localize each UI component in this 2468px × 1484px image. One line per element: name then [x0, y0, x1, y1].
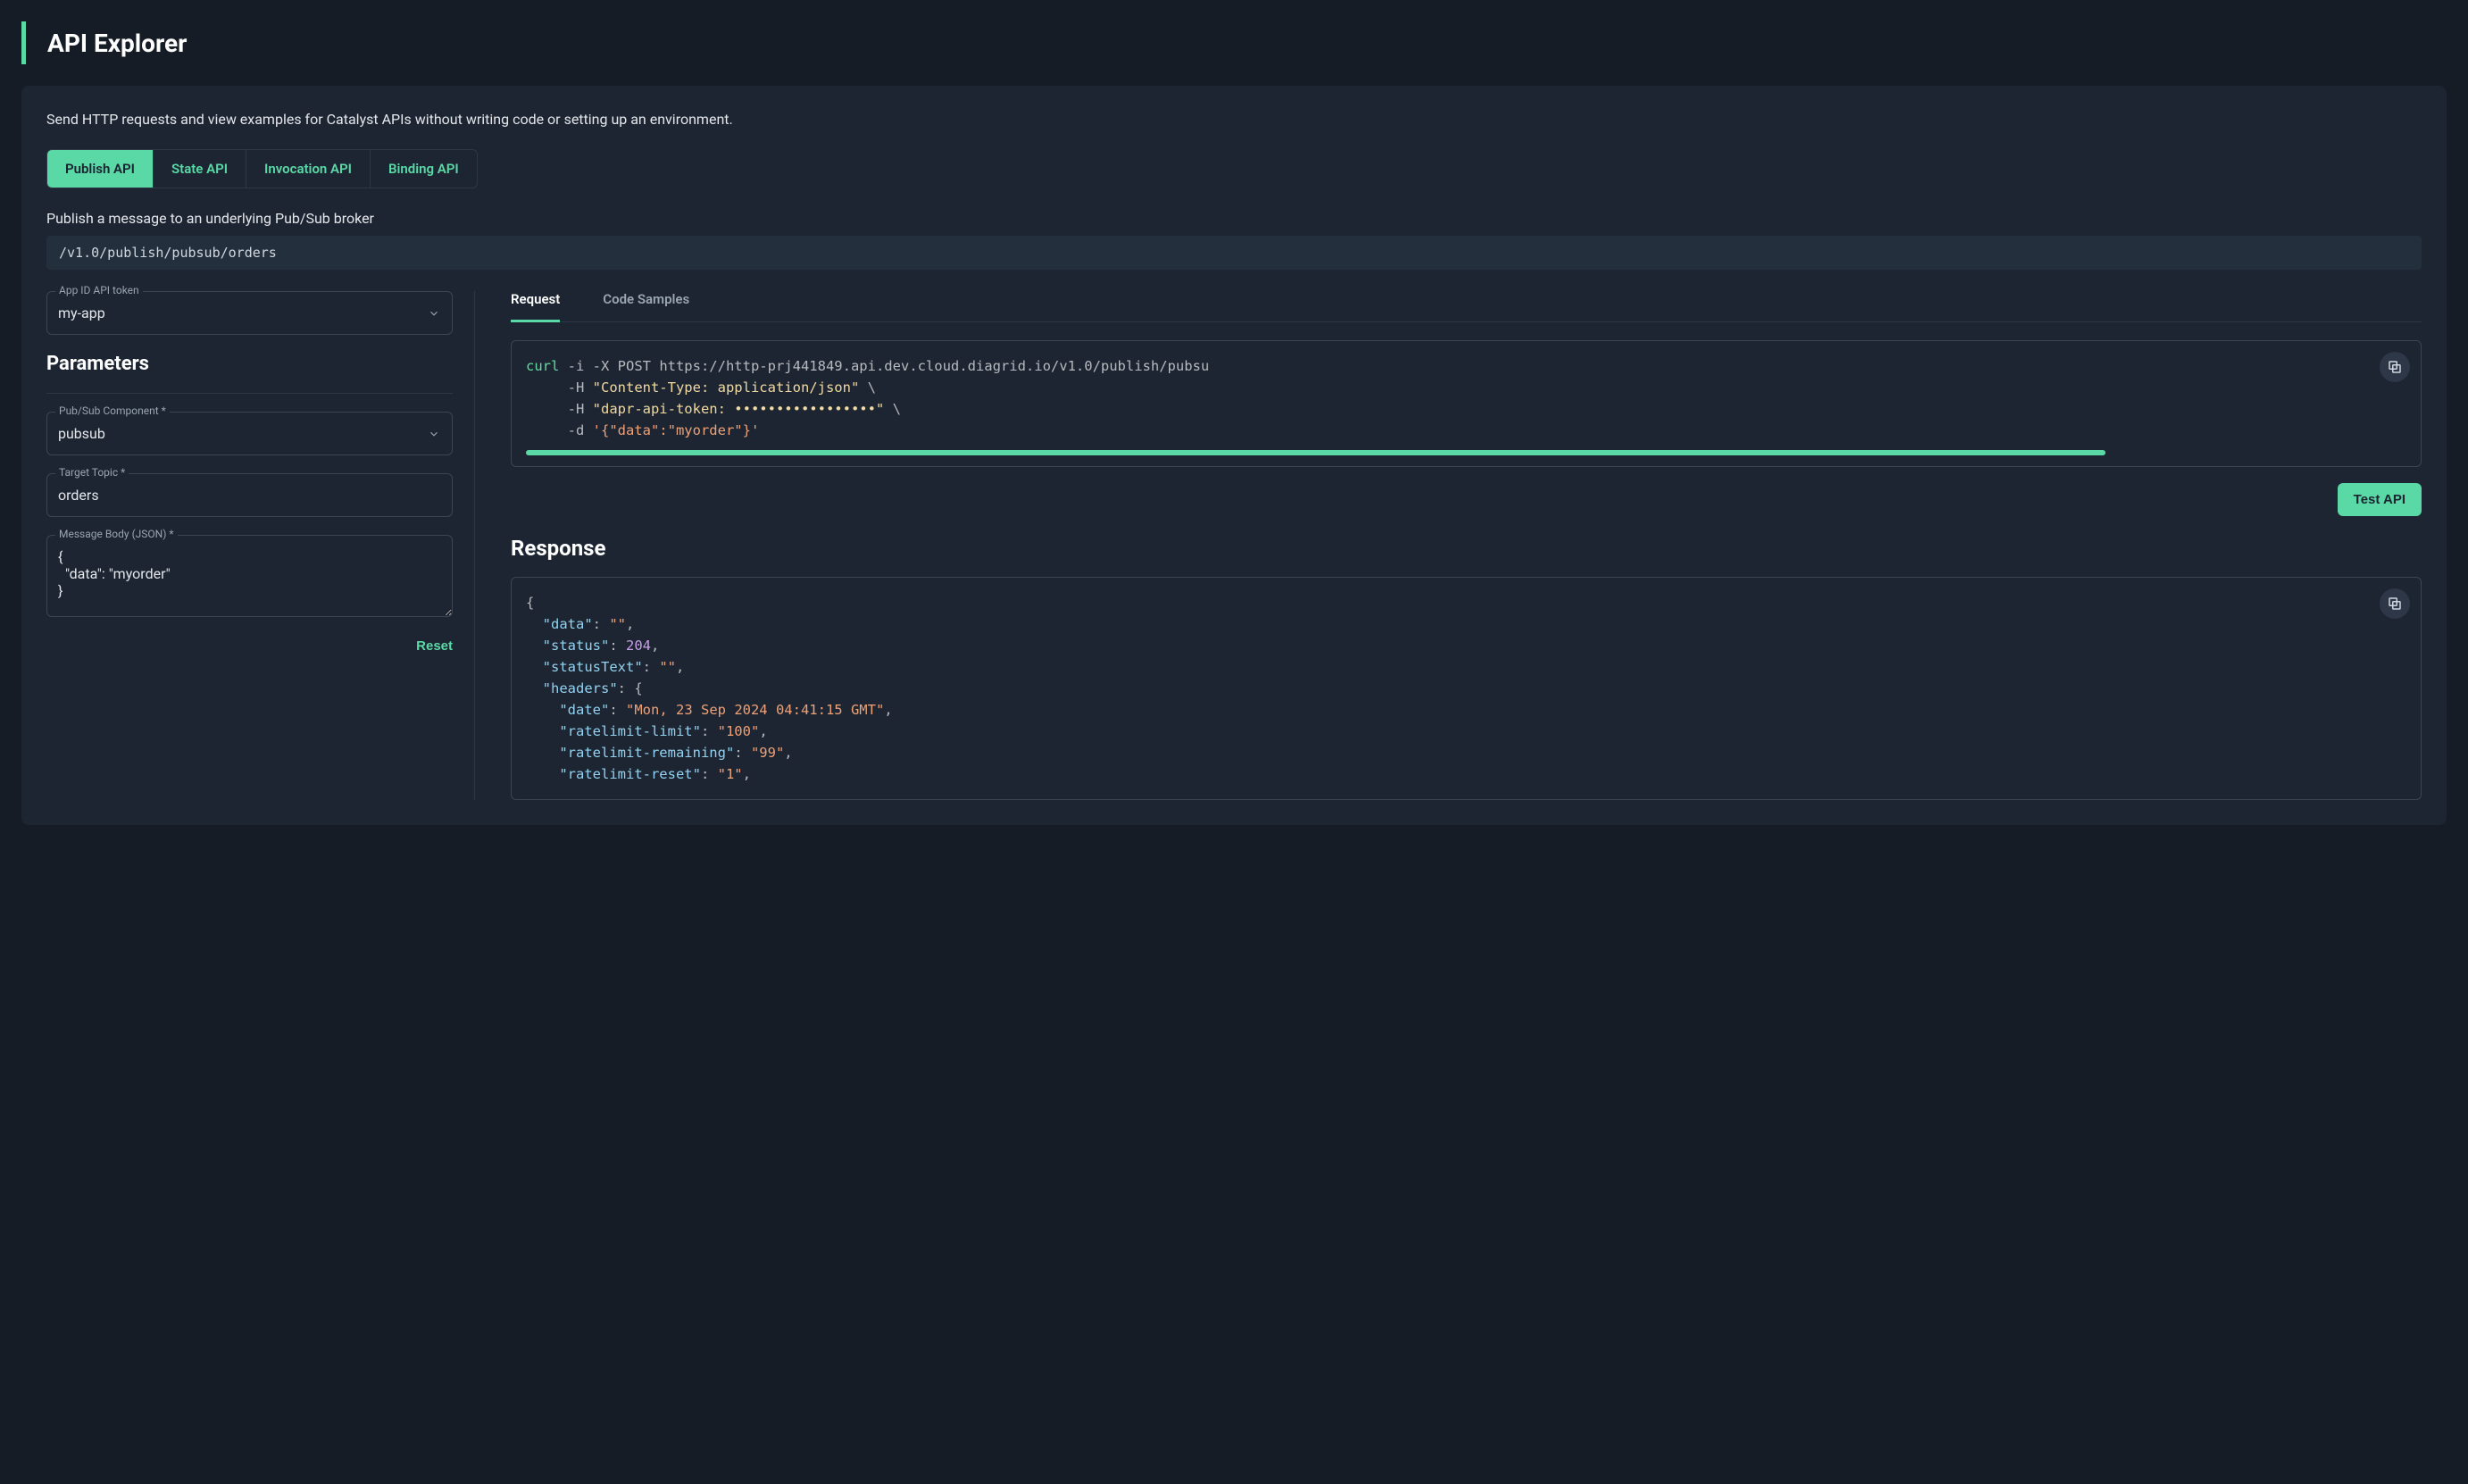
target-topic-field: Target Topic * [46, 473, 453, 517]
message-body-textarea[interactable]: { "data": "myorder" } [46, 535, 453, 617]
app-token-select[interactable]: my-app [46, 291, 453, 335]
copy-icon [2387, 359, 2403, 375]
response-code-box: { "data": "", "status": 204, "statusText… [511, 577, 2422, 800]
target-topic-label: Target Topic * [55, 466, 129, 479]
divider [46, 393, 453, 394]
endpoint-path: /v1.0/publish/pubsub/orders [46, 236, 2422, 270]
parameters-title: Parameters [46, 353, 453, 375]
scrollbar-thumb[interactable] [526, 450, 2105, 455]
copy-icon [2387, 596, 2403, 612]
parameters-column: App ID API token my-app Parameters Pub/S… [46, 291, 475, 800]
request-code-content: curl -i -X POST https://http-prj441849.a… [526, 355, 2406, 441]
tab-description: Publish a message to an underlying Pub/S… [46, 210, 2422, 227]
page-header: API Explorer [0, 0, 2468, 86]
sub-tab-request[interactable]: Request [511, 291, 560, 322]
tab-publish-api[interactable]: Publish API [47, 150, 154, 188]
tab-binding-api[interactable]: Binding API [371, 150, 477, 188]
pubsub-component-select[interactable]: pubsub [46, 412, 453, 455]
tab-invocation-api[interactable]: Invocation API [246, 150, 371, 188]
tab-state-api[interactable]: State API [154, 150, 246, 188]
header-accent-bar [21, 21, 26, 64]
pubsub-component-label: Pub/Sub Component * [55, 404, 170, 417]
request-sub-tabs: Request Code Samples [511, 291, 2422, 322]
message-body-label: Message Body (JSON) * [55, 528, 178, 540]
main-panel: Send HTTP requests and view examples for… [21, 86, 2447, 825]
pubsub-component-field: Pub/Sub Component * pubsub [46, 412, 453, 455]
response-code-content: { "data": "", "status": 204, "statusText… [526, 592, 2406, 785]
sub-tab-code-samples[interactable]: Code Samples [603, 291, 689, 322]
page-title: API Explorer [47, 29, 187, 58]
api-tabs: Publish API State API Invocation API Bin… [46, 149, 478, 188]
reset-button[interactable]: Reset [416, 638, 453, 654]
target-topic-input[interactable] [46, 473, 453, 517]
copy-request-button[interactable] [2380, 352, 2410, 382]
message-body-field: Message Body (JSON) * { "data": "myorder… [46, 535, 453, 621]
panel-description: Send HTTP requests and view examples for… [46, 111, 2422, 128]
response-title: Response [511, 536, 2422, 561]
request-response-column: Request Code Samples curl -i -X POST htt… [511, 291, 2422, 800]
copy-response-button[interactable] [2380, 588, 2410, 619]
app-token-label: App ID API token [55, 284, 143, 296]
request-code-box: curl -i -X POST https://http-prj441849.a… [511, 340, 2422, 467]
test-api-button[interactable]: Test API [2338, 483, 2422, 516]
app-token-field: App ID API token my-app [46, 291, 453, 335]
horizontal-scrollbar[interactable] [526, 450, 2406, 455]
